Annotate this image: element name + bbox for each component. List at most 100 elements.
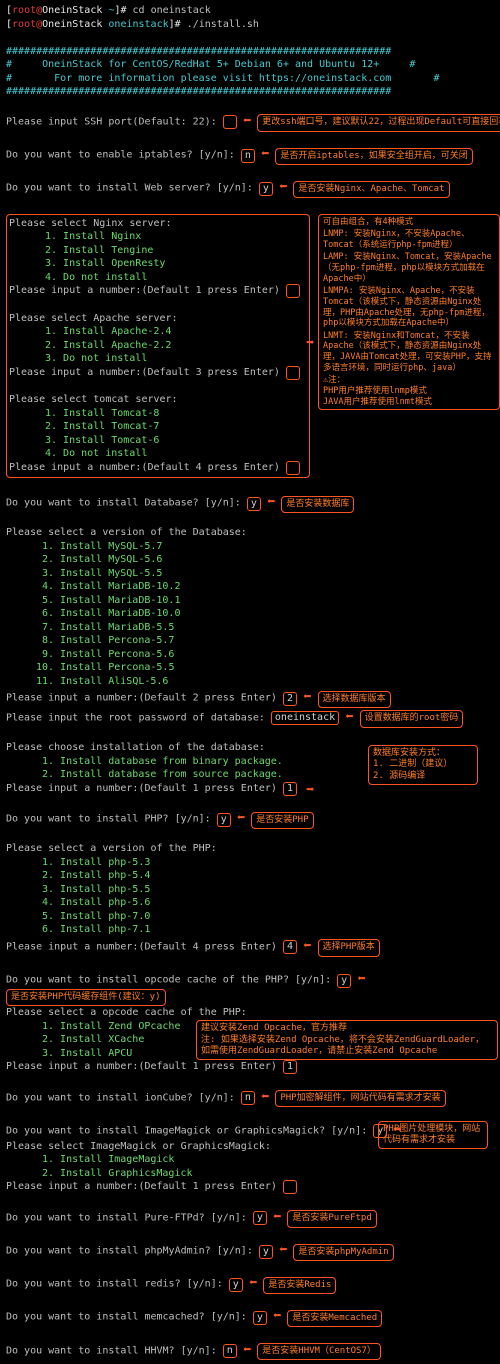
arrow-icon: ⬅ bbox=[273, 1209, 281, 1225]
note-db-pwd: 设置数据库的root密码 bbox=[360, 710, 464, 727]
apache-header: Please select Apache server: bbox=[9, 312, 307, 326]
question-memcached: Do you want to install memcached? [y/n]:… bbox=[6, 1307, 494, 1327]
note-db-ver: 选择数据库版本 bbox=[318, 691, 391, 708]
banner-hash: ########################################… bbox=[6, 85, 494, 99]
question-php: Do you want to install PHP? [y/n]: y ⬅ 是… bbox=[6, 809, 494, 829]
arrow-icon: ⬅ bbox=[303, 689, 311, 705]
note-web: 是否安装Nginx、Apache、Tomcat bbox=[293, 181, 449, 198]
db-opt: 1. Install MySQL-5.7 bbox=[6, 540, 494, 554]
db-opt: 7. Install MariaDB-5.5 bbox=[6, 621, 494, 635]
php-opt: 6. Install php-7.1 bbox=[6, 923, 494, 937]
nginx-opt: 3. Install OpenResty bbox=[9, 257, 307, 271]
opc-header: Please select a opcode cache of the PHP: bbox=[6, 1006, 494, 1020]
arrow-icon: ⬅ bbox=[261, 146, 269, 162]
db-opt: 10. Install Percona-5.5 bbox=[6, 661, 494, 675]
db-opt: 4. Install MariaDB-10.2 bbox=[6, 580, 494, 594]
db-opt: 5. Install MariaDB-10.1 bbox=[6, 594, 494, 608]
input-db-pwd[interactable]: oneinstack bbox=[271, 711, 339, 725]
db-opt: 3. Install MySQL-5.5 bbox=[6, 567, 494, 581]
input-ssh[interactable] bbox=[223, 115, 237, 129]
input-phpmyadmin[interactable]: y bbox=[259, 1245, 273, 1259]
imagick-opt: 2. Install GraphicsMagick bbox=[6, 1167, 494, 1181]
php-num: Please input a number:(Default 4 press E… bbox=[6, 937, 494, 957]
input-memcached[interactable]: y bbox=[253, 1311, 267, 1325]
note-memcached: 是否安装Memcached bbox=[287, 1310, 382, 1327]
input-pureftpd[interactable]: y bbox=[253, 1211, 267, 1225]
tomcat-opt: 3. Install Tomcat-6 bbox=[9, 434, 307, 448]
arrow-icon: ⬅ bbox=[243, 1342, 251, 1358]
input-php[interactable]: y bbox=[217, 813, 231, 827]
arrow-icon: ⬅ bbox=[279, 179, 287, 195]
note-redis: 是否安装Redis bbox=[263, 1277, 336, 1294]
question-hhvm: Do you want to install HHVM? [y/n]: n ⬅ … bbox=[6, 1341, 494, 1361]
question-db: Do you want to install Database? [y/n]: … bbox=[6, 493, 494, 513]
input-apache[interactable] bbox=[286, 366, 300, 380]
input-db[interactable]: y bbox=[247, 497, 261, 511]
arrow-icon: ⬅ bbox=[261, 1089, 269, 1105]
banner-line: # For more information please visit http… bbox=[6, 72, 494, 86]
input-tomcat[interactable] bbox=[286, 461, 300, 475]
note-pureftpd: 是否安装PureFtpd bbox=[287, 1210, 376, 1227]
input-imagick-num[interactable] bbox=[283, 1180, 297, 1194]
db-opt: 11. Install AliSQL-5.6 bbox=[6, 675, 494, 689]
input-opc[interactable]: 1 bbox=[283, 1060, 297, 1074]
arrow-icon: ⬅ bbox=[249, 1275, 257, 1291]
apache-opt: 1. Install Apache-2.4 bbox=[9, 325, 307, 339]
input-redis[interactable]: y bbox=[229, 1278, 243, 1292]
php-opt: 5. Install php-7.0 bbox=[6, 910, 494, 924]
apache-opt: 3. Do not install bbox=[9, 352, 307, 366]
note-opcache: 是否安装PHP代码缓存组件(建议：y) bbox=[6, 989, 166, 1006]
arrow-icon: ⬅ bbox=[273, 1308, 281, 1324]
input-db-num[interactable]: 2 bbox=[283, 692, 297, 706]
db-opt: 8. Install Percona-5.7 bbox=[6, 634, 494, 648]
input-php-num[interactable]: 4 bbox=[283, 940, 297, 954]
db-opt: 9. Install Percona-5.6 bbox=[6, 648, 494, 662]
arrow-icon: ⬅ bbox=[237, 810, 245, 826]
tomcat-opt: 1. Install Tomcat-8 bbox=[9, 407, 307, 421]
arrow-icon: ⬅ bbox=[243, 113, 251, 129]
db-opt: 2. Install MySQL-5.6 bbox=[6, 553, 494, 567]
php-opt: 4. Install php-5.6 bbox=[6, 896, 494, 910]
arrow-icon: ⬅ bbox=[279, 1242, 287, 1258]
input-hhvm[interactable]: n bbox=[223, 1344, 237, 1358]
server-selection-group: Please select Nginx server: 1. Install N… bbox=[6, 214, 310, 478]
input-db-inst[interactable]: 1 bbox=[283, 782, 297, 796]
arrow-icon: ⬅ bbox=[303, 938, 311, 954]
input-web[interactable]: y bbox=[259, 182, 273, 196]
question-web: Do you want to install Web server? [y/n]… bbox=[6, 178, 494, 198]
arrow-icon: ⬅ bbox=[267, 494, 275, 510]
input-opcache[interactable]: y bbox=[337, 974, 351, 988]
arrow-icon: ⬅ bbox=[357, 971, 365, 987]
php-opt: 3. Install php-5.5 bbox=[6, 883, 494, 897]
tomcat-header: Please select tomcat server: bbox=[9, 393, 307, 407]
input-nginx[interactable] bbox=[286, 284, 300, 298]
note-php-ver: 选择PHP版本 bbox=[318, 939, 380, 956]
input-iptables[interactable]: n bbox=[241, 149, 255, 163]
note-combo: 可自由组合，有4种模式 LNMP: 安装Nginx，不安装Apache、Tomc… bbox=[318, 214, 500, 411]
db-ver-header: Please select a version of the Database: bbox=[6, 526, 494, 540]
question-opcache: Do you want to install opcode cache of t… bbox=[6, 970, 494, 1006]
arrow-icon: ➡ bbox=[306, 334, 314, 353]
question-phpmyadmin: Do you want to install phpMyAdmin? [y/n]… bbox=[6, 1241, 494, 1261]
note-opc: 建议安装Zend Opcache，官方推荐 注: 如果选择安装Zend Opca… bbox=[196, 1020, 498, 1060]
php-opt: 2. Install php-5.4 bbox=[6, 869, 494, 883]
note-ioncube: PHP加密解组件，网站代码有需求才安装 bbox=[275, 1090, 445, 1107]
imagick-opt: 1. Install ImageMagick bbox=[6, 1153, 494, 1167]
arrow-icon: ⬅ bbox=[345, 709, 353, 725]
note-iptables: 是否开启iptables，如果安全组开启，可关闭 bbox=[275, 148, 472, 165]
note-db-inst: 数据库安装方式： 1. 二进制（建议） 2. 源码编译 bbox=[368, 745, 478, 785]
question-ssh: Please input SSH port(Default: 22): ⬅ 更改… bbox=[6, 112, 494, 132]
tomcat-opt: 4. Do not install bbox=[9, 447, 307, 461]
question-ioncube: Do you want to install ionCube? [y/n]: n… bbox=[6, 1088, 494, 1108]
note-hhvm: 是否安装HHVM（CentOS7） bbox=[257, 1343, 381, 1360]
nginx-opt: 2. Install Tengine bbox=[9, 244, 307, 258]
note-phpmyadmin: 是否安装phpMyAdmin bbox=[293, 1244, 393, 1261]
prompt-line-1: [root@OneinStack ~]# cd oneinstack bbox=[6, 4, 494, 18]
input-ioncube[interactable]: n bbox=[241, 1091, 255, 1105]
arrow-icon: ➡ bbox=[306, 781, 314, 800]
note-ssh: 更改ssh端口号，建议默认22，过程出现Default可直接回车 bbox=[257, 114, 500, 131]
php-ver-header: Please select a version of the PHP: bbox=[6, 842, 494, 856]
prompt-line-2: [root@OneinStack oneinstack]# ./install.… bbox=[6, 18, 494, 32]
banner-hash: ########################################… bbox=[6, 45, 494, 59]
question-redis: Do you want to install redis? [y/n]: y ⬅… bbox=[6, 1274, 494, 1294]
